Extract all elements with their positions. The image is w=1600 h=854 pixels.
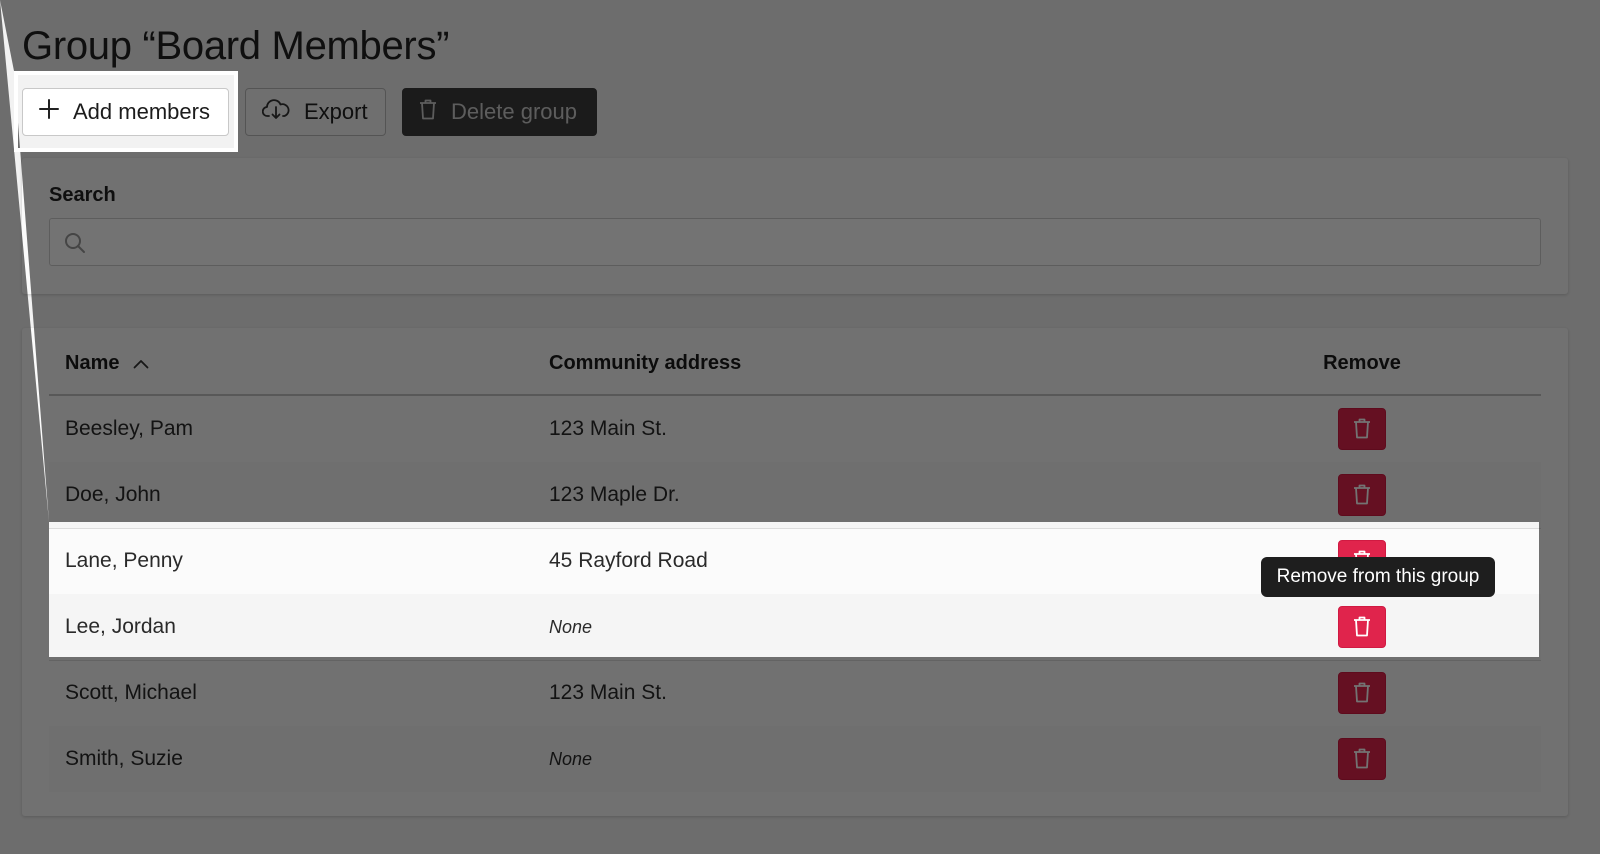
delete-group-button[interactable]: Delete group (402, 88, 597, 136)
member-name: Lane, Penny (65, 549, 183, 572)
remove-member-button[interactable] (1338, 672, 1386, 714)
add-members-button[interactable]: Add members (22, 88, 229, 136)
member-address: None (549, 749, 593, 769)
add-members-label: Add members (73, 99, 210, 124)
search-panel: Search (22, 158, 1568, 294)
trash-icon (1353, 747, 1371, 772)
member-name: Beesley, Pam (65, 417, 193, 440)
trash-icon (419, 98, 437, 126)
search-input[interactable] (96, 219, 1530, 267)
plus-icon (39, 99, 59, 125)
page: Group “Board Members” Add members Export… (0, 0, 1600, 854)
table-row: Lee, Jordan None (49, 594, 1541, 661)
column-header-name[interactable]: Name (65, 352, 149, 375)
remove-member-button[interactable] (1338, 408, 1386, 450)
remove-member-button[interactable] (1338, 474, 1386, 516)
remove-tooltip: Remove from this group (1261, 557, 1495, 597)
member-name: Lee, Jordan (65, 615, 176, 638)
export-label: Export (304, 99, 368, 124)
search-icon (64, 232, 86, 259)
member-address: 123 Maple Dr. (549, 483, 680, 506)
member-name: Scott, Michael (65, 681, 197, 704)
trash-icon (1353, 615, 1371, 640)
export-button[interactable]: Export (245, 88, 386, 136)
column-header-remove: Remove (1323, 352, 1401, 374)
table-row: Beesley, Pam 123 Main St. (49, 396, 1541, 463)
delete-group-label: Delete group (451, 99, 577, 124)
table-row: Scott, Michael 123 Main St. (49, 660, 1541, 727)
table-row: Smith, Suzie None (49, 726, 1541, 792)
table-header: Name Community address Remove (49, 328, 1541, 396)
member-name: Smith, Suzie (65, 747, 183, 770)
column-header-address: Community address (549, 352, 742, 374)
remove-member-button[interactable] (1338, 606, 1386, 648)
trash-icon (1353, 483, 1371, 508)
member-address: 123 Main St. (549, 681, 667, 704)
page-title: Group “Board Members” (22, 24, 450, 68)
remove-member-button[interactable] (1338, 738, 1386, 780)
chevron-up-icon (133, 352, 149, 375)
trash-icon (1353, 417, 1371, 442)
search-label: Search (49, 184, 116, 206)
trash-icon (1353, 681, 1371, 706)
cloud-download-icon (261, 98, 290, 126)
member-address: 45 Rayford Road (549, 549, 708, 572)
table-row: Doe, John 123 Maple Dr. (49, 462, 1541, 529)
member-address: 123 Main St. (549, 417, 667, 440)
member-name: Doe, John (65, 483, 161, 506)
column-header-name-label: Name (65, 352, 120, 374)
member-address: None (549, 617, 593, 637)
search-field[interactable] (49, 218, 1541, 267)
